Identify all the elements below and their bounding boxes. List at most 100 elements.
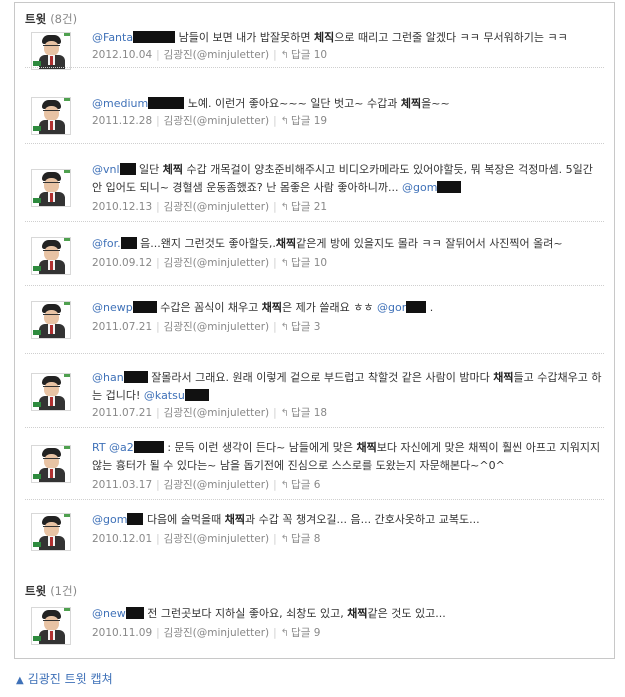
reply-icon: ↰: [280, 116, 290, 127]
reply-count[interactable]: 10: [314, 49, 327, 61]
reply-label[interactable]: 답글: [291, 49, 310, 61]
redaction-block: [437, 181, 462, 193]
reply-label[interactable]: 답글: [291, 257, 310, 269]
reply-count[interactable]: 10: [314, 257, 327, 269]
tweet-author[interactable]: 김광진(@minjuletter): [164, 533, 269, 545]
avatar[interactable]: [31, 169, 71, 207]
avatar[interactable]: [31, 513, 71, 551]
mention-link[interactable]: @gor: [377, 301, 406, 314]
reply-icon: ↰: [280, 202, 290, 213]
redaction-block: [133, 441, 164, 453]
tweet-date[interactable]: 2011.03.17: [92, 479, 152, 491]
tweet-text: @medium 노예. 이런거 좋아요~~~ 일단 벗고~ 수갑과 체찍을~~: [92, 97, 450, 110]
tweet-author[interactable]: 김광진(@minjuletter): [164, 321, 269, 333]
reply-label[interactable]: 답글: [291, 407, 310, 419]
tweet-date[interactable]: 2010.12.01: [92, 533, 152, 545]
mention-link[interactable]: @katsu: [144, 389, 185, 402]
tweet-meta: 2011.07.21 | 김광진(@minjuletter) | ↰ 답글 3: [92, 321, 321, 333]
section-count: (1건): [50, 584, 78, 598]
reply-count[interactable]: 18: [314, 407, 327, 419]
tweet-date[interactable]: 2011.07.21: [92, 407, 152, 419]
tweet-date[interactable]: 2011.07.21: [92, 321, 152, 333]
tweet-author[interactable]: 김광진(@minjuletter): [164, 115, 269, 127]
tweet-text: @vnl 일단 체찍 수갑 개목걸이 양초준비해주시고 비디오카메라도 있어야할…: [92, 163, 593, 194]
mention-link[interactable]: @for.: [92, 237, 121, 250]
tweet-date[interactable]: 2010.11.09: [92, 627, 152, 639]
reply-icon: ↰: [280, 534, 290, 545]
mention-link[interactable]: @newp: [92, 301, 133, 314]
tweet-text: @newp 수갑은 꼼식이 채우고 채찍은 제가 쓸래요 ㅎㅎ @gor .: [92, 301, 434, 314]
redaction-block: [148, 97, 185, 109]
redaction-block: [127, 513, 144, 525]
mention-link[interactable]: @Fanta: [92, 31, 133, 44]
tweet-text: @new 전 그런곳보다 지하실 좋아요, 쇠창도 있고, 채찍같은 것도 있고…: [92, 607, 446, 620]
reply-icon: ↰: [280, 480, 290, 491]
tweet-author[interactable]: 김광진(@minjuletter): [164, 201, 269, 213]
tweet-author[interactable]: 김광진(@minjuletter): [164, 49, 269, 61]
caption-text: 김광진 트윗 캡쳐: [27, 672, 113, 686]
reply-count[interactable]: 6: [314, 479, 321, 491]
redaction-block: [133, 31, 176, 43]
redaction-block: [406, 301, 427, 313]
tweet-meta: 2011.07.21 | 김광진(@minjuletter) | ↰ 답글 18: [92, 407, 328, 419]
mention-link[interactable]: RT @a2: [92, 441, 134, 454]
divider: [25, 285, 604, 286]
mention-link[interactable]: @medium: [92, 97, 148, 110]
mention-link[interactable]: @gom: [92, 513, 127, 526]
divider: [25, 221, 604, 222]
reply-label[interactable]: 답글: [291, 479, 310, 491]
reply-icon: ↰: [280, 628, 290, 639]
tweet-author[interactable]: 김광진(@minjuletter): [164, 407, 269, 419]
avatar[interactable]: [31, 445, 71, 483]
divider: [25, 499, 604, 500]
redaction-block: [123, 371, 148, 383]
reply-icon: ↰: [280, 258, 290, 269]
reply-label[interactable]: 답글: [291, 115, 310, 127]
triangle-up-icon: ▲: [16, 675, 24, 686]
avatar[interactable]: [31, 301, 71, 339]
redaction-block: [184, 389, 209, 401]
reply-count[interactable]: 9: [314, 627, 321, 639]
tweet-text: @for. 음...왠지 그런것도 좋아할듯,.채찍같은게 방에 있을지도 몰라…: [92, 237, 563, 250]
avatar[interactable]: [31, 97, 71, 135]
divider: [25, 67, 604, 68]
redaction-block: [132, 301, 157, 313]
tweet-meta: 2012.10.04 | 김광진(@minjuletter) | ↰ 답글 10: [92, 49, 328, 61]
mention-link[interactable]: @han: [92, 371, 124, 384]
tweet-author[interactable]: 김광진(@minjuletter): [164, 479, 269, 491]
mention-link[interactable]: @vnl: [92, 163, 120, 176]
mention-link[interactable]: @gom: [402, 181, 437, 194]
redaction-block: [120, 237, 137, 249]
reply-count[interactable]: 3: [314, 321, 321, 333]
mention-link[interactable]: @new: [92, 607, 126, 620]
reply-count[interactable]: 19: [314, 115, 327, 127]
reply-count[interactable]: 21: [314, 201, 327, 213]
reply-label[interactable]: 답글: [291, 321, 310, 333]
reply-count[interactable]: 8: [314, 533, 321, 545]
avatar[interactable]: [31, 237, 71, 275]
tweet-search-panel: 트윗 (8건) @Fanta 남들이 보면 내가 밥잘못하면 체직으로 때리고 …: [14, 2, 615, 659]
tweet-author[interactable]: 김광진(@minjuletter): [164, 257, 269, 269]
tweet-meta: 2010.11.09 | 김광진(@minjuletter) | ↰ 답글 9: [92, 627, 321, 639]
tweet-meta: 2011.12.28 | 김광진(@minjuletter) | ↰ 답글 19: [92, 115, 328, 127]
avatar[interactable]: [31, 373, 71, 411]
tweet-date[interactable]: 2010.12.13: [92, 201, 152, 213]
divider: [25, 353, 604, 354]
tweet-meta: 2010.12.01 | 김광진(@minjuletter) | ↰ 답글 8: [92, 533, 321, 545]
avatar[interactable]: [31, 32, 71, 70]
reply-icon: ↰: [280, 50, 290, 61]
section-title-tweets: 트윗 (1건): [25, 583, 77, 599]
tweet-date[interactable]: 2011.12.28: [92, 115, 152, 127]
reply-label[interactable]: 답글: [291, 533, 310, 545]
avatar[interactable]: [31, 607, 71, 645]
reply-label[interactable]: 답글: [291, 627, 310, 639]
reply-label[interactable]: 답글: [291, 201, 310, 213]
tweet-meta: 2010.12.13 | 김광진(@minjuletter) | ↰ 답글 21: [92, 201, 328, 213]
tweet-date[interactable]: 2012.10.04: [92, 49, 152, 61]
divider: [25, 143, 604, 144]
tweet-author[interactable]: 김광진(@minjuletter): [164, 627, 269, 639]
redaction-block: [119, 163, 136, 175]
tweet-text: @han 잘몰라서 그래요. 원래 이렇게 겉으로 부드럽고 착할것 같은 사람…: [92, 371, 602, 402]
tweet-date[interactable]: 2010.09.12: [92, 257, 152, 269]
section-title-label: 트윗: [25, 12, 47, 26]
